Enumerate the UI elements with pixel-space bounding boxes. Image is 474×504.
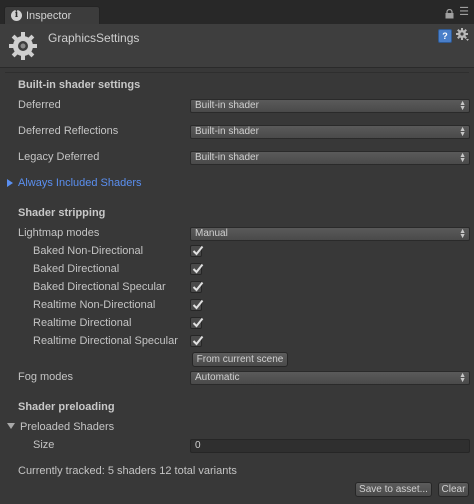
fog-modes-dropdown[interactable]: Automatic ▲ ▼ bbox=[190, 371, 470, 385]
mode-checkbox[interactable] bbox=[190, 245, 204, 257]
lightmap-modes-label: Lightmap modes bbox=[18, 227, 100, 239]
inspector-content: Built-in shader settings Deferred Built-… bbox=[0, 68, 474, 504]
always-included-foldout[interactable]: Always Included Shaders bbox=[7, 177, 142, 189]
gear-icon bbox=[9, 32, 37, 60]
mode-checkbox[interactable] bbox=[190, 281, 204, 293]
builtin-section-title: Built-in shader settings bbox=[18, 79, 141, 91]
page-title: GraphicsSettings bbox=[48, 31, 140, 45]
mode-checkbox[interactable] bbox=[190, 299, 204, 311]
fog-modes-value: Automatic bbox=[195, 372, 240, 383]
inspector-header: GraphicsSettings ? bbox=[0, 24, 474, 68]
mode-label: Realtime Directional bbox=[33, 317, 132, 329]
deferred-value: Built-in shader bbox=[195, 100, 259, 111]
deferred-reflections-value: Built-in shader bbox=[195, 126, 259, 137]
size-field[interactable]: 0 bbox=[190, 439, 470, 453]
deferred-label: Deferred bbox=[18, 99, 61, 111]
stripping-section-title: Shader stripping bbox=[18, 207, 106, 219]
lightmap-modes-value: Manual bbox=[195, 228, 228, 239]
dropdown-arrows-icon: ▲ ▼ bbox=[459, 152, 466, 164]
legacy-deferred-label: Legacy Deferred bbox=[18, 151, 100, 163]
dropdown-arrows-icon: ▲ ▼ bbox=[459, 126, 466, 138]
dropdown-arrows-icon: ▲ ▼ bbox=[459, 100, 466, 112]
check-icon bbox=[192, 317, 204, 328]
legacy-deferred-dropdown[interactable]: Built-in shader ▲ ▼ bbox=[190, 151, 470, 165]
preloaded-shaders-label: Preloaded Shaders bbox=[20, 421, 115, 433]
clear-button[interactable]: Clear bbox=[438, 482, 469, 497]
settings-gear-icon[interactable] bbox=[456, 28, 470, 42]
save-to-asset-button[interactable]: Save to asset... bbox=[355, 482, 432, 497]
deferred-dropdown[interactable]: Built-in shader ▲ ▼ bbox=[190, 99, 470, 113]
check-icon bbox=[192, 263, 204, 274]
check-icon bbox=[192, 299, 204, 310]
from-current-scene-button[interactable]: From current scene bbox=[192, 352, 288, 367]
check-icon bbox=[192, 335, 204, 346]
mode-label: Baked Directional bbox=[33, 263, 120, 275]
deferred-reflections-dropdown[interactable]: Built-in shader ▲ ▼ bbox=[190, 125, 470, 139]
mode-checkbox[interactable] bbox=[190, 317, 204, 329]
preloaded-shaders-foldout[interactable]: Preloaded Shaders bbox=[7, 421, 114, 433]
mode-label: Baked Non-Directional bbox=[33, 245, 144, 257]
mode-label: Baked Directional Specular bbox=[33, 281, 166, 293]
mode-checkbox[interactable] bbox=[190, 335, 204, 347]
mode-checkbox[interactable] bbox=[190, 263, 204, 275]
info-icon: i bbox=[11, 10, 22, 21]
dropdown-arrows-icon: ▲ ▼ bbox=[459, 372, 466, 384]
deferred-reflections-label: Deferred Reflections bbox=[18, 125, 119, 137]
size-label: Size bbox=[33, 439, 55, 451]
foldout-arrow-icon bbox=[7, 179, 13, 187]
always-included-label: Always Included Shaders bbox=[18, 177, 142, 189]
menu-icon[interactable]: ☰ bbox=[459, 7, 469, 18]
foldout-arrow-icon bbox=[7, 423, 15, 429]
preloading-section-title: Shader preloading bbox=[18, 401, 115, 413]
tab-label: Inspector bbox=[26, 9, 72, 22]
status-text: Currently tracked: 5 shaders 12 total va… bbox=[18, 465, 237, 477]
tab-bar: i Inspector ☰ bbox=[0, 0, 474, 24]
tab-inspector[interactable]: i Inspector bbox=[4, 6, 100, 24]
dropdown-arrows-icon: ▲ ▼ bbox=[459, 228, 466, 240]
help-icon[interactable]: ? bbox=[438, 29, 452, 43]
mode-label: Realtime Directional Specular bbox=[33, 335, 178, 347]
lightmap-modes-dropdown[interactable]: Manual ▲ ▼ bbox=[190, 227, 470, 241]
legacy-deferred-value: Built-in shader bbox=[195, 152, 259, 163]
check-icon bbox=[192, 245, 204, 256]
fog-modes-label: Fog modes bbox=[18, 371, 74, 383]
check-icon bbox=[192, 281, 204, 292]
lock-icon[interactable] bbox=[445, 9, 454, 19]
divider bbox=[5, 72, 469, 73]
mode-label: Realtime Non-Directional bbox=[33, 299, 156, 311]
